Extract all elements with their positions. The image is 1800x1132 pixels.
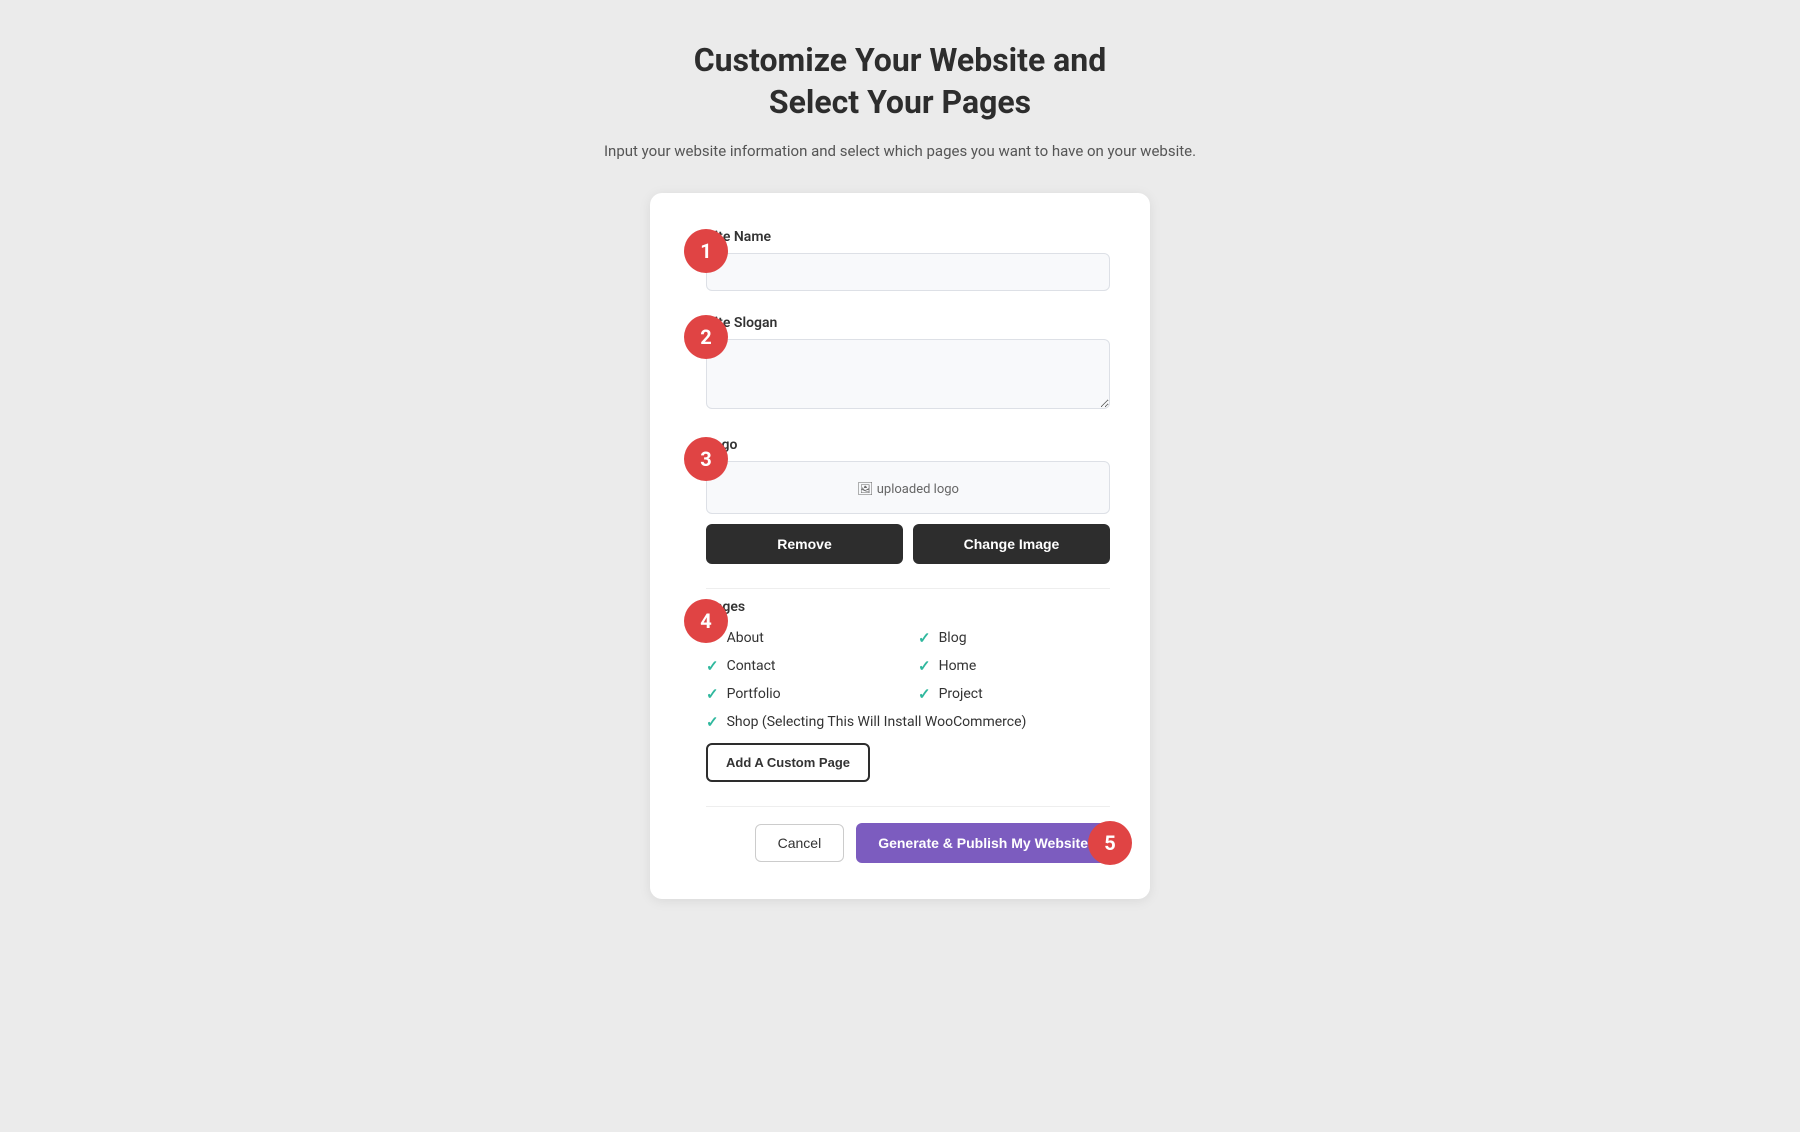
step-badge-2: 2	[684, 315, 728, 359]
logo-label: Logo	[706, 437, 1110, 453]
site-name-section: 1 Site Name	[706, 229, 1110, 291]
site-slogan-section: 2 Site Slogan	[706, 315, 1110, 413]
form-card: 1 Site Name 2 Site Slogan 3 Logo uploade…	[650, 193, 1150, 899]
site-name-input[interactable]	[706, 253, 1110, 291]
add-custom-page-button[interactable]: Add A Custom Page	[706, 743, 870, 782]
check-icon-home: ✓	[918, 657, 931, 675]
step-badge-1: 1	[684, 229, 728, 273]
logo-preview-text: uploaded logo	[857, 482, 959, 497]
page-subtitle: Input your website information and selec…	[604, 139, 1196, 163]
page-name-about: About	[727, 630, 764, 646]
page-item-home[interactable]: ✓ Home	[918, 657, 1110, 675]
step-badge-3: 3	[684, 437, 728, 481]
page-name-shop: Shop (Selecting This Will Install WooCom…	[727, 713, 1027, 733]
site-slogan-label: Site Slogan	[706, 315, 1110, 331]
cancel-button[interactable]: Cancel	[755, 824, 845, 862]
site-name-label: Site Name	[706, 229, 1110, 245]
page-name-contact: Contact	[727, 658, 776, 674]
step-badge-5: 5	[1088, 821, 1132, 865]
page-name-blog: Blog	[939, 630, 967, 646]
footer-wrapper: Generate & Publish My Website 5	[856, 823, 1110, 863]
divider	[706, 588, 1110, 589]
logo-preview-box: uploaded logo	[706, 461, 1110, 514]
check-icon-contact: ✓	[706, 657, 719, 675]
page-item-shop[interactable]: ✓ Shop (Selecting This Will Install WooC…	[706, 713, 1110, 733]
page-name-portfolio: Portfolio	[727, 686, 781, 702]
page-item-portfolio[interactable]: ✓ Portfolio	[706, 685, 898, 703]
page-title: Customize Your Website and Select Your P…	[604, 40, 1196, 123]
pages-section: 4 Pages ✓ About ✓ Blog ✓ Contact ✓ Home …	[706, 599, 1110, 782]
step-badge-4: 4	[684, 599, 728, 643]
page-item-blog[interactable]: ✓ Blog	[918, 629, 1110, 647]
logo-buttons: Remove Change Image	[706, 524, 1110, 564]
check-icon-blog: ✓	[918, 629, 931, 647]
pages-grid: ✓ About ✓ Blog ✓ Contact ✓ Home ✓ Portfo…	[706, 629, 1110, 703]
page-item-project[interactable]: ✓ Project	[918, 685, 1110, 703]
publish-button[interactable]: Generate & Publish My Website	[856, 823, 1110, 863]
check-icon-project: ✓	[918, 685, 931, 703]
remove-logo-button[interactable]: Remove	[706, 524, 903, 564]
page-item-contact[interactable]: ✓ Contact	[706, 657, 898, 675]
logo-section: 3 Logo uploaded logo Remove Change Image	[706, 437, 1110, 564]
site-slogan-input[interactable]	[706, 339, 1110, 409]
card-footer: Cancel Generate & Publish My Website 5	[706, 806, 1110, 863]
page-name-project: Project	[939, 686, 983, 702]
pages-label: Pages	[706, 599, 1110, 615]
check-icon-portfolio: ✓	[706, 685, 719, 703]
check-icon-shop: ✓	[706, 713, 719, 731]
page-name-home: Home	[939, 658, 977, 674]
page-header: Customize Your Website and Select Your P…	[604, 40, 1196, 163]
page-item-about[interactable]: ✓ About	[706, 629, 898, 647]
change-image-button[interactable]: Change Image	[913, 524, 1110, 564]
